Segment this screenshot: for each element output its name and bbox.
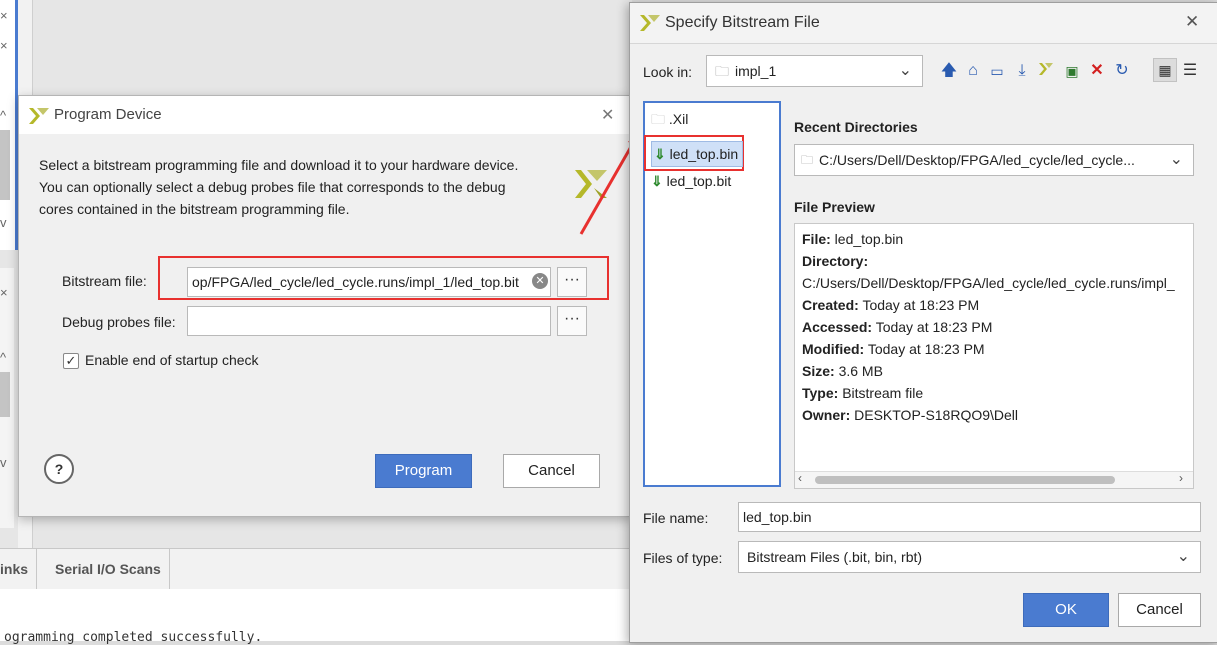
debug-probes-label: Debug probes file: — [62, 314, 176, 330]
preview-created: Created: Today at 18:23 PM — [802, 297, 980, 313]
preview-directory-label: Directory: — [802, 253, 869, 269]
background-chevron-up-icon[interactable]: ^ — [0, 350, 6, 365]
up-folder-icon[interactable]: 🡅 — [939, 61, 959, 81]
bitstream-file-label: Bitstream file: — [62, 273, 147, 289]
look-in-value: impl_1 — [735, 63, 777, 79]
bitstream-file-input[interactable]: op/FPGA/led_cycle/led_cycle.runs/impl_1/… — [187, 267, 551, 297]
startup-check-label: Enable end of startup check — [85, 352, 259, 368]
background-chevron-down-icon[interactable]: v — [0, 455, 7, 470]
chevron-down-icon: ⌄ — [1169, 151, 1183, 168]
preview-size: Size: 3.6 MB — [802, 363, 883, 379]
preview-modified: Modified: Today at 18:23 PM — [802, 341, 985, 357]
recent-directories-label: Recent Directories — [794, 119, 918, 135]
look-in-label: Look in: — [643, 64, 693, 80]
browse-bitstream-button[interactable]: ··· — [557, 267, 587, 297]
background-chevron-up-icon[interactable]: ^ — [0, 108, 6, 123]
files-of-type-combo[interactable]: Bitstream Files (.bit, bin, rbt) ⌄ — [738, 541, 1201, 573]
preview-file: File: led_top.bin — [802, 231, 904, 247]
delete-icon[interactable]: ✕ — [1087, 61, 1107, 81]
preview-accessed: Accessed: Today at 18:23 PM — [802, 319, 993, 335]
folder-icon: 🗀 — [651, 111, 665, 127]
file-preview-label: File Preview — [794, 199, 875, 215]
vivado-icon[interactable] — [1036, 61, 1056, 81]
chevron-right-icon[interactable]: › — [1179, 471, 1183, 485]
look-in-combo[interactable]: 🗀 impl_1 ⌄ — [706, 55, 923, 87]
specify-bitstream-dialog: Specify Bitstream File ✕ Look in: 🗀 impl… — [629, 2, 1217, 643]
files-of-type-label: Files of type: — [643, 550, 723, 566]
cancel-button[interactable]: Cancel — [503, 454, 600, 488]
background-tab-bar: inks Serial I/O Scans — [0, 548, 632, 590]
debug-probes-input[interactable] — [187, 306, 551, 336]
chevron-left-icon[interactable]: ‹ — [798, 471, 802, 485]
dialog-title: Program Device — [54, 106, 162, 123]
background-close-icon[interactable]: × — [0, 285, 8, 300]
file-name-label: File name: — [643, 510, 709, 526]
recent-directories-combo[interactable]: 🗀 C:/Users/Dell/Desktop/FPGA/led_cycle/l… — [794, 144, 1194, 176]
list-view-icon[interactable]: ☰ — [1180, 61, 1200, 81]
list-item[interactable]: ⇓ led_top.bin — [651, 141, 744, 167]
browse-debug-probes-button[interactable]: ··· — [557, 306, 587, 336]
files-of-type-value: Bitstream Files (.bit, bin, rbt) — [747, 549, 923, 565]
cancel-button[interactable]: Cancel — [1118, 593, 1201, 627]
tab-serial-io-scans[interactable]: Serial I/O Scans — [47, 549, 170, 589]
help-button[interactable]: ? — [44, 454, 74, 484]
scroll-thumb[interactable] — [815, 476, 1115, 484]
background-scroll-thumb[interactable] — [0, 372, 10, 417]
new-folder-icon[interactable]: ▣ — [1062, 61, 1082, 81]
program-button[interactable]: Program — [375, 454, 472, 488]
startup-check-checkbox[interactable]: ✓ — [63, 353, 79, 369]
dialog-description: Select a bitstream programming file and … — [39, 154, 559, 220]
bitstream-file-value: op/FPGA/led_cycle/led_cycle.runs/impl_1/… — [192, 274, 519, 290]
vivado-logo-icon — [28, 106, 50, 129]
description-line: Select a bitstream programming file and … — [39, 157, 519, 173]
file-preview-panel: File: led_top.bin Directory: C:/Users/De… — [794, 223, 1194, 489]
file-list: 🗀 .Xil ⇓ led_top.bin ⇓ led_top.bit — [643, 101, 781, 487]
refresh-icon[interactable]: ↻ — [1112, 61, 1132, 81]
program-device-dialog: Program Device ✕ Select a bitstream prog… — [18, 95, 632, 517]
description-line: You can optionally select a debug probes… — [39, 179, 506, 195]
bitstream-file-icon: ⇓ — [654, 146, 666, 162]
preview-owner: Owner: DESKTOP-S18RQO9\Dell — [802, 407, 1019, 423]
download-icon[interactable]: ⤓ — [1012, 61, 1032, 81]
tab-links[interactable]: inks — [0, 549, 38, 589]
list-item[interactable]: 🗀 .Xil — [651, 107, 688, 131]
background-scroll-thumb[interactable] — [0, 130, 10, 200]
file-name: led_top.bit — [666, 173, 732, 189]
console-text: ogramming completed successfully. — [4, 630, 263, 645]
folder-icon: 🗀 — [715, 63, 729, 79]
home-icon[interactable]: ⌂ — [963, 61, 983, 81]
file-name: led_top.bin — [669, 146, 739, 162]
background-close-icon[interactable]: × — [0, 8, 8, 23]
desktop-icon[interactable]: ▭ — [987, 61, 1007, 81]
clear-icon[interactable]: ✕ — [532, 273, 548, 289]
close-icon[interactable]: ✕ — [1185, 12, 1199, 32]
file-name-input[interactable]: led_top.bin — [738, 502, 1201, 532]
chevron-down-icon: ⌄ — [898, 62, 912, 79]
preview-directory-value: C:/Users/Dell/Desktop/FPGA/led_cycle/led… — [802, 275, 1175, 291]
file-name: .Xil — [668, 111, 689, 127]
preview-type: Type: Bitstream file — [802, 385, 924, 401]
description-line: cores contained in the bitstream program… — [39, 201, 350, 217]
bitstream-file-icon: ⇓ — [651, 173, 663, 189]
vivado-logo-icon — [639, 13, 661, 36]
thumbnail-view-icon[interactable]: ▦ — [1153, 58, 1177, 82]
preview-horizontal-scrollbar[interactable]: ‹ › — [795, 471, 1193, 488]
ok-button[interactable]: OK — [1023, 593, 1109, 627]
background-close-icon[interactable]: × — [0, 38, 8, 53]
list-item[interactable]: ⇓ led_top.bit — [651, 169, 731, 193]
recent-directory-value: C:/Users/Dell/Desktop/FPGA/led_cycle/led… — [819, 152, 1135, 168]
background-chevron-down-icon[interactable]: v — [0, 215, 7, 230]
chevron-down-icon: ⌄ — [1176, 548, 1190, 565]
folder-icon: 🗀 — [801, 153, 814, 167]
dialog-title: Specify Bitstream File — [665, 14, 820, 31]
